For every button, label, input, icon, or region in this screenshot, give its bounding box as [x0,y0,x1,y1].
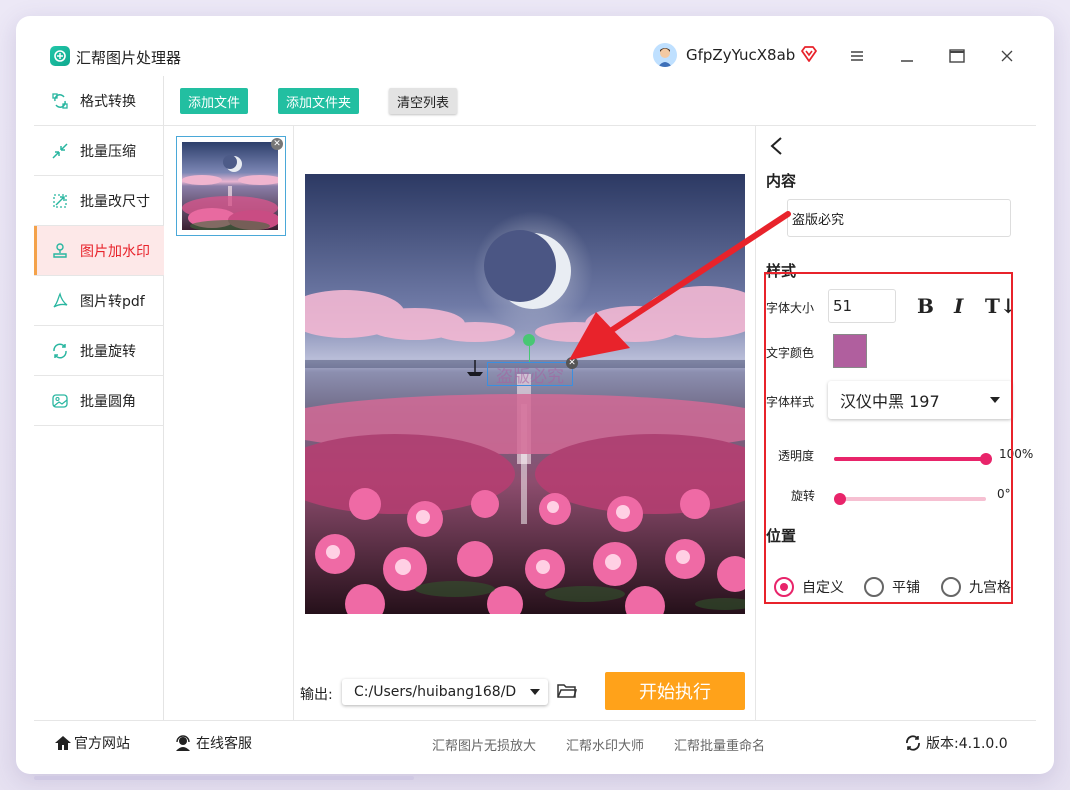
sidebar-item-label: 批量改尺寸 [80,193,150,210]
website-link[interactable]: 官方网站 [54,733,130,753]
pdf-icon [50,291,70,311]
footer-link-watermark-master[interactable]: 汇帮水印大师 [566,735,644,754]
toolbar: 添加文件 添加文件夹 清空列表 [164,76,1036,126]
rounded-corner-icon [50,391,70,411]
vip-diamond-icon[interactable] [800,45,818,63]
user-avatar[interactable] [653,43,677,67]
sidebar-item-batch-round-corner[interactable]: 批量圆角 [34,376,164,426]
settings-panel: 内容 盗版必究 样式 字体大小 51 B I T↓ 文字颜色 字体样式 汉仪中黑… [755,126,1036,720]
minimize-icon[interactable] [897,46,917,66]
watermark-box[interactable]: 盗版必究 ✕ [487,357,578,387]
sidebar-item-label: 格式转换 [80,93,136,110]
footer-link-upscale[interactable]: 汇帮图片无损放大 [432,735,536,754]
close-icon[interactable] [997,46,1017,66]
headset-icon [176,735,190,751]
sidebar: 格式转换 批量压缩 批量改尺寸 图片加水印 图片转pdf 批量旋转 批量圆角 [34,76,164,720]
sidebar-item-batch-rotate[interactable]: 批量旋转 [34,326,164,376]
chevron-down-icon [530,689,540,695]
annotation-highlight-frame [764,272,1013,604]
support-label: 在线客服 [196,736,252,752]
version-info[interactable]: 版本:4.1.0.0 [904,733,1008,753]
sidebar-item-label: 批量圆角 [80,393,136,410]
preview-image: 盗版必究 ✕ [305,174,745,614]
add-folder-button[interactable]: 添加文件夹 [278,88,359,114]
maximize-icon[interactable] [947,46,967,66]
username[interactable]: GfpZyYucX8ab [686,46,795,64]
add-file-button[interactable]: 添加文件 [180,88,248,114]
sidebar-item-batch-resize[interactable]: 批量改尺寸 [34,176,164,226]
watermark-icon [50,241,70,261]
output-path-value: C:/Users/huibang168/D [354,684,517,700]
start-button[interactable]: 开始执行 [605,672,745,710]
version-label: 版本:4.1.0.0 [926,736,1008,752]
convert-icon [50,91,70,111]
rotate-handle[interactable] [523,334,535,346]
content-section-title: 内容 [766,172,797,190]
sidebar-item-label: 图片转pdf [80,293,145,310]
app-title: 汇帮图片处理器 [76,49,182,67]
watermark-content-input[interactable]: 盗版必究 [787,199,1011,237]
remove-file-icon[interactable]: ✕ [271,138,283,150]
footer: 官方网站 在线客服 汇帮图片无损放大 汇帮水印大师 汇帮批量重命名 版本:4.1… [34,720,1036,760]
folder-icon[interactable] [557,682,577,700]
file-list: ✕ [164,126,294,720]
resize-icon [50,191,70,211]
clear-list-button[interactable]: 清空列表 [389,88,457,114]
website-label: 官方网站 [74,736,130,752]
menu-icon[interactable] [847,46,867,66]
sidebar-item-label: 图片加水印 [80,243,150,260]
output-label: 输出: [300,687,333,703]
back-arrow-icon[interactable] [768,136,786,156]
support-link[interactable]: 在线客服 [174,733,252,753]
file-thumbnail[interactable]: ✕ [176,136,286,236]
app-logo-icon [50,46,70,66]
app-window: 汇帮图片处理器 GfpZyYucX8ab 格式转换 批量压缩 批量改尺寸 图片加… [16,16,1054,774]
thumbnail-image [182,142,278,230]
sidebar-item-label: 批量旋转 [80,343,136,360]
rotate-icon [50,341,70,361]
output-path-select[interactable]: C:/Users/huibang168/D [342,679,548,705]
watermark-close-icon[interactable]: ✕ [566,357,578,369]
sidebar-item-image-to-pdf[interactable]: 图片转pdf [34,276,164,326]
title-bar: 汇帮图片处理器 GfpZyYucX8ab [16,16,1054,76]
home-icon [55,736,71,750]
sidebar-item-label: 批量压缩 [80,143,136,160]
watermark-text: 盗版必究 [496,366,564,387]
compress-icon [50,141,70,161]
refresh-icon [906,735,920,751]
sidebar-item-batch-compress[interactable]: 批量压缩 [34,126,164,176]
rotate-handle-line [528,346,530,362]
horizontal-scrollbar[interactable] [34,776,414,780]
sidebar-item-add-watermark[interactable]: 图片加水印 [34,226,164,276]
sidebar-item-format-convert[interactable]: 格式转换 [34,76,164,126]
footer-link-batch-rename[interactable]: 汇帮批量重命名 [674,735,765,754]
